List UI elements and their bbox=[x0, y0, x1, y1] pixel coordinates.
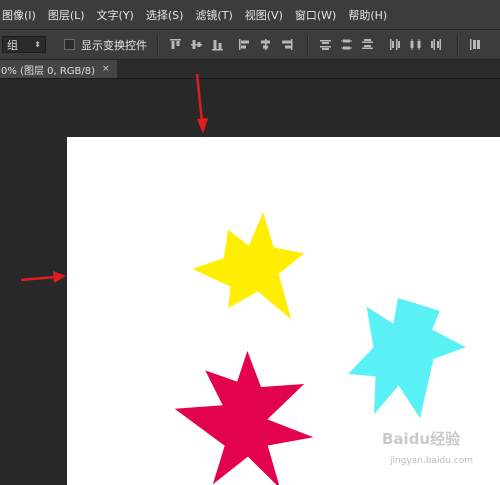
auto-align-icon[interactable] bbox=[469, 38, 482, 51]
show-transform-checkbox[interactable] bbox=[64, 39, 75, 50]
baidu-watermark: Baidu经验 jingyan.baidu.com bbox=[382, 428, 500, 478]
distribute-right-icon[interactable] bbox=[430, 38, 443, 51]
auto-select-value: 组 bbox=[7, 38, 18, 52]
align-hcenter-icon[interactable] bbox=[259, 38, 272, 51]
menu-filter[interactable]: 滤镜(T) bbox=[189, 7, 238, 23]
distribute-hcenter-icon[interactable] bbox=[409, 38, 422, 51]
align-top-icon[interactable] bbox=[169, 38, 182, 51]
separator bbox=[157, 34, 159, 55]
align-vcenter-icon[interactable] bbox=[190, 38, 203, 51]
menu-image[interactable]: 图像(I) bbox=[0, 7, 42, 23]
menu-type[interactable]: 文字(Y) bbox=[91, 7, 140, 23]
separator bbox=[307, 34, 309, 55]
options-bar: 组 ⬍ 显示变换控件 bbox=[0, 30, 500, 60]
distribute-top-icon[interactable] bbox=[319, 38, 332, 51]
document-tab[interactable]: 0% (图层 0, RGB/8) × bbox=[0, 60, 117, 78]
show-transform-label: 显示变换控件 bbox=[81, 38, 147, 52]
distribute-vcenter-icon[interactable] bbox=[340, 38, 353, 51]
document-tab-label: 0% (图层 0, RGB/8) bbox=[1, 65, 96, 77]
dropdown-arrow-icon: ⬍ bbox=[34, 40, 41, 49]
watermark-brand: Baidu经验 bbox=[382, 430, 461, 448]
align-bottom-icon[interactable] bbox=[211, 38, 224, 51]
watermark-url: jingyan.baidu.com bbox=[390, 456, 474, 466]
yellow-star bbox=[192, 212, 305, 320]
crimson-star bbox=[174, 350, 314, 485]
auto-select-dropdown[interactable]: 组 ⬍ bbox=[2, 36, 46, 53]
menu-window[interactable]: 窗口(W) bbox=[289, 7, 342, 23]
distribute-bottom-icon[interactable] bbox=[361, 38, 374, 51]
menu-select[interactable]: 选择(S) bbox=[140, 7, 190, 23]
distribute-left-icon[interactable] bbox=[388, 38, 401, 51]
show-transform-controls[interactable]: 显示变换控件 bbox=[64, 37, 147, 53]
menu-layer[interactable]: 图层(L) bbox=[42, 7, 91, 23]
menu-bar: 图像(I) 图层(L) 文字(Y) 选择(S) 滤镜(T) 视图(V) 窗口(W… bbox=[0, 0, 500, 30]
close-icon[interactable]: × bbox=[102, 64, 110, 74]
document-tab-bar: 0% (图层 0, RGB/8) × bbox=[0, 60, 500, 79]
cyan-star bbox=[348, 298, 466, 419]
align-left-icon[interactable] bbox=[238, 38, 251, 51]
separator bbox=[457, 34, 459, 55]
menu-help[interactable]: 帮助(H) bbox=[342, 7, 393, 23]
align-right-icon[interactable] bbox=[280, 38, 293, 51]
menu-view[interactable]: 视图(V) bbox=[239, 7, 289, 23]
